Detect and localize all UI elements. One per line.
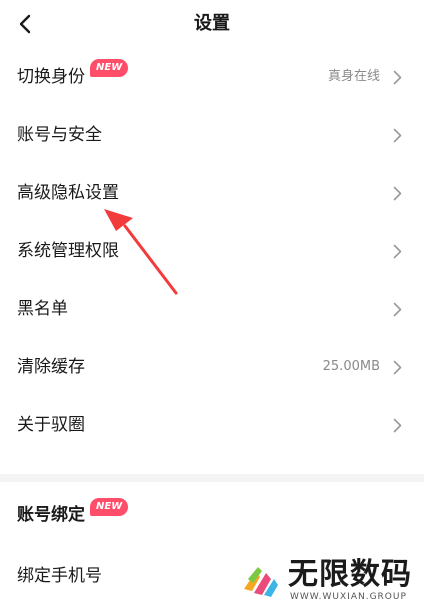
settings-list: 切换身份 NEW 真身在线 账号与安全 高级隐私设置 系统管理权限 黑名单 清除… [0, 48, 424, 474]
watermark-url: WWW.WUXIAN.GROUP [290, 592, 407, 602]
settings-item-advanced-privacy[interactable]: 高级隐私设置 [0, 164, 424, 222]
settings-item-clear-cache[interactable]: 清除缓存 25.00MB [0, 338, 424, 396]
settings-item-label: 黑名单 [17, 299, 68, 319]
section-title: 账号绑定 [17, 505, 85, 525]
settings-item-label: 清除缓存 [17, 357, 85, 377]
settings-item-value: 真身在线 [327, 69, 380, 84]
settings-item-label: 切换身份 [17, 67, 85, 87]
watermark: 无限数码 WWW.WUXIAN.GROUP [236, 555, 424, 605]
chevron-right-icon [393, 70, 402, 85]
page-title: 设置 [194, 13, 230, 34]
settings-item-label: 关于驭圈 [17, 415, 85, 435]
settings-item-blacklist[interactable]: 黑名单 [0, 280, 424, 338]
cache-size-value: 25.00MB [322, 359, 380, 374]
chevron-right-icon [393, 418, 402, 433]
settings-item-account-security[interactable]: 账号与安全 [0, 106, 424, 164]
top-nav-bar: 设置 [0, 0, 424, 48]
settings-item-system-permissions[interactable]: 系统管理权限 [0, 222, 424, 280]
settings-item-label: 账号与安全 [17, 125, 102, 145]
chevron-right-icon [393, 128, 402, 143]
chevron-right-icon [393, 302, 402, 317]
binding-item-label: 绑定手机号 [17, 566, 102, 586]
chevron-right-icon [393, 360, 402, 375]
chevron-right-icon [393, 244, 402, 259]
chevron-right-icon [393, 186, 402, 201]
settings-item-switch-identity[interactable]: 切换身份 NEW 真身在线 [0, 48, 424, 106]
new-badge: NEW [90, 498, 129, 516]
settings-item-about[interactable]: 关于驭圈 [0, 396, 424, 454]
new-badge: NEW [90, 59, 129, 77]
brand-logo-icon [240, 561, 280, 601]
settings-item-label: 高级隐私设置 [17, 183, 119, 203]
settings-item-label: 系统管理权限 [17, 241, 119, 261]
watermark-brand: 无限数码 [288, 557, 412, 592]
